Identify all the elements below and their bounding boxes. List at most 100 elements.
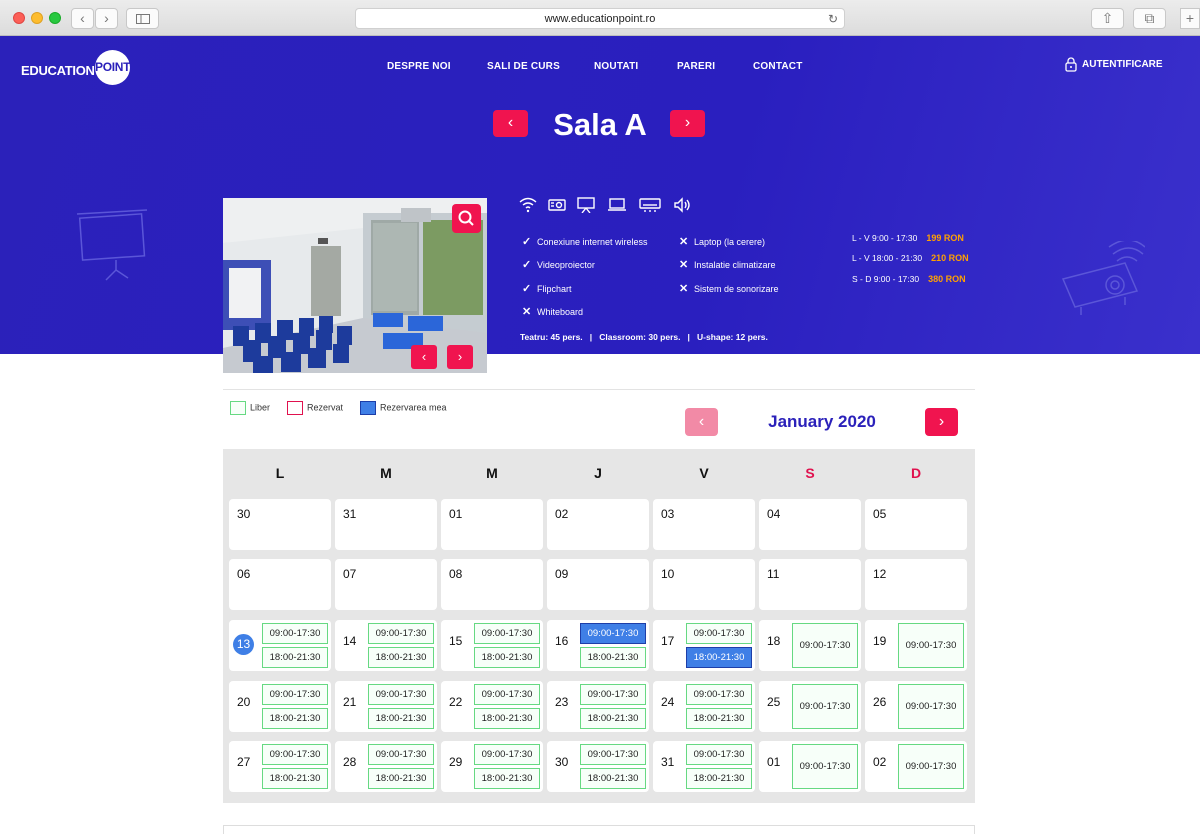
free-slot[interactable]: 09:00-17:30 [792,744,858,789]
free-slot[interactable]: 18:00-21:30 [686,708,752,729]
sidebar-toggle-icon[interactable] [126,8,159,29]
free-slot[interactable]: 09:00-17:30 [898,623,964,668]
free-slot[interactable]: 09:00-17:30 [792,684,858,729]
day-number: 16 [555,634,569,648]
calendar-day[interactable]: 04 [759,499,861,550]
free-slot[interactable]: 09:00-17:30 [580,684,646,705]
free-slot[interactable]: 18:00-21:30 [262,708,328,729]
new-tab-icon[interactable]: + [1180,8,1200,29]
calendar-day[interactable]: 28 09:00-17:30 18:00-21:30 [335,741,437,792]
calendar-day[interactable]: 19 09:00-17:30 [865,620,967,671]
free-slot[interactable]: 09:00-17:30 [368,744,434,765]
calendar-day[interactable]: 24 09:00-17:30 18:00-21:30 [653,681,755,732]
address-bar[interactable]: www.educationpoint.ro ↻ [355,8,845,29]
calendar-day[interactable]: 29 09:00-17:30 18:00-21:30 [441,741,543,792]
room-photo[interactable]: ‹ › [223,198,487,373]
zoom-photo-button[interactable] [452,204,481,233]
free-slot[interactable]: 09:00-17:30 [580,744,646,765]
calendar-day[interactable]: 31 [335,499,437,550]
calendar-day[interactable]: 03 [653,499,755,550]
day-number: 24 [661,695,675,709]
calendar-day[interactable]: 01 09:00-17:30 [759,741,861,792]
free-slot[interactable]: 18:00-21:30 [580,708,646,729]
calendar-day[interactable]: 30 09:00-17:30 18:00-21:30 [547,741,649,792]
calendar-day[interactable]: 27 09:00-17:30 18:00-21:30 [229,741,331,792]
forward-icon[interactable]: › [95,8,118,29]
calendar-day[interactable]: 06 [229,559,331,610]
free-slot[interactable]: 09:00-17:30 [368,623,434,644]
free-slot[interactable]: 18:00-21:30 [368,708,434,729]
calendar-day[interactable]: 25 09:00-17:30 [759,681,861,732]
close-window-button[interactable] [13,12,25,24]
free-slot[interactable]: 09:00-17:30 [686,684,752,705]
calendar-day[interactable]: 12 [865,559,967,610]
reload-icon[interactable]: ↻ [828,9,838,29]
calendar-day[interactable]: 30 [229,499,331,550]
prev-month-button[interactable]: ‹ [685,408,718,436]
free-slot[interactable]: 18:00-21:30 [368,647,434,668]
my-reservation-slot[interactable]: 09:00-17:30 [580,623,646,644]
free-slot[interactable]: 18:00-21:30 [474,708,540,729]
calendar-day[interactable]: 10 [653,559,755,610]
calendar-day[interactable]: 02 09:00-17:30 [865,741,967,792]
calendar-day[interactable]: 31 09:00-17:30 18:00-21:30 [653,741,755,792]
prev-room-button[interactable]: ‹ [493,110,528,137]
login-link[interactable]: AUTENTIFICARE [1065,57,1163,72]
calendar-day[interactable]: 21 09:00-17:30 18:00-21:30 [335,681,437,732]
calendar-day[interactable]: 05 [865,499,967,550]
my-reservation-slot[interactable]: 18:00-21:30 [686,647,752,668]
calendar-day[interactable]: 02 [547,499,649,550]
nav-despre-noi[interactable]: DESPRE NOI [387,61,451,72]
back-icon[interactable]: ‹ [71,8,94,29]
nav-pareri[interactable]: PARERI [677,61,715,72]
calendar-day[interactable]: 14 09:00-17:30 18:00-21:30 [335,620,437,671]
price-row: S - D 9:00 - 17:30 380 RON [852,274,966,284]
free-slot[interactable]: 18:00-21:30 [686,768,752,789]
free-slot[interactable]: 09:00-17:30 [474,744,540,765]
free-slot[interactable]: 18:00-21:30 [262,647,328,668]
free-slot[interactable]: 09:00-17:30 [686,744,752,765]
photo-prev-button[interactable]: ‹ [411,345,437,369]
calendar-day[interactable]: 17 09:00-17:30 18:00-21:30 [653,620,755,671]
zoom-window-button[interactable] [49,12,61,24]
free-slot[interactable]: 09:00-17:30 [368,684,434,705]
calendar-day[interactable]: 18 09:00-17:30 [759,620,861,671]
nav-sali-de-curs[interactable]: SALI DE CURS [487,61,560,72]
calendar-day[interactable]: 20 09:00-17:30 18:00-21:30 [229,681,331,732]
calendar-day[interactable]: 09 [547,559,649,610]
free-slot[interactable]: 09:00-17:30 [262,623,328,644]
photo-next-button[interactable]: › [447,345,473,369]
calendar-day[interactable]: 23 09:00-17:30 18:00-21:30 [547,681,649,732]
free-slot[interactable]: 09:00-17:30 [686,623,752,644]
nav-contact[interactable]: CONTACT [753,61,803,72]
calendar-day[interactable]: 16 09:00-17:30 18:00-21:30 [547,620,649,671]
free-slot[interactable]: 09:00-17:30 [262,744,328,765]
free-slot[interactable]: 18:00-21:30 [474,647,540,668]
free-slot[interactable]: 09:00-17:30 [474,623,540,644]
day-number: 31 [343,507,357,521]
calendar-day[interactable]: 13 09:00-17:30 18:00-21:30 [229,620,331,671]
next-room-button[interactable]: › [670,110,705,137]
calendar-day[interactable]: 26 09:00-17:30 [865,681,967,732]
calendar-day[interactable]: 08 [441,559,543,610]
calendar-day[interactable]: 22 09:00-17:30 18:00-21:30 [441,681,543,732]
calendar-day[interactable]: 01 [441,499,543,550]
nav-noutati[interactable]: NOUTATI [594,61,638,72]
free-slot[interactable]: 09:00-17:30 [474,684,540,705]
next-month-button[interactable]: › [925,408,958,436]
tabs-icon[interactable]: ⧉ [1133,8,1166,29]
free-slot[interactable]: 09:00-17:30 [898,684,964,729]
free-slot[interactable]: 18:00-21:30 [368,768,434,789]
free-slot[interactable]: 09:00-17:30 [898,744,964,789]
calendar-day[interactable]: 11 [759,559,861,610]
free-slot[interactable]: 09:00-17:30 [262,684,328,705]
free-slot[interactable]: 09:00-17:30 [792,623,858,668]
free-slot[interactable]: 18:00-21:30 [580,647,646,668]
free-slot[interactable]: 18:00-21:30 [474,768,540,789]
free-slot[interactable]: 18:00-21:30 [580,768,646,789]
free-slot[interactable]: 18:00-21:30 [262,768,328,789]
calendar-day[interactable]: 07 [335,559,437,610]
share-icon[interactable]: ⇧ [1091,8,1124,29]
calendar-day[interactable]: 15 09:00-17:30 18:00-21:30 [441,620,543,671]
minimize-window-button[interactable] [31,12,43,24]
